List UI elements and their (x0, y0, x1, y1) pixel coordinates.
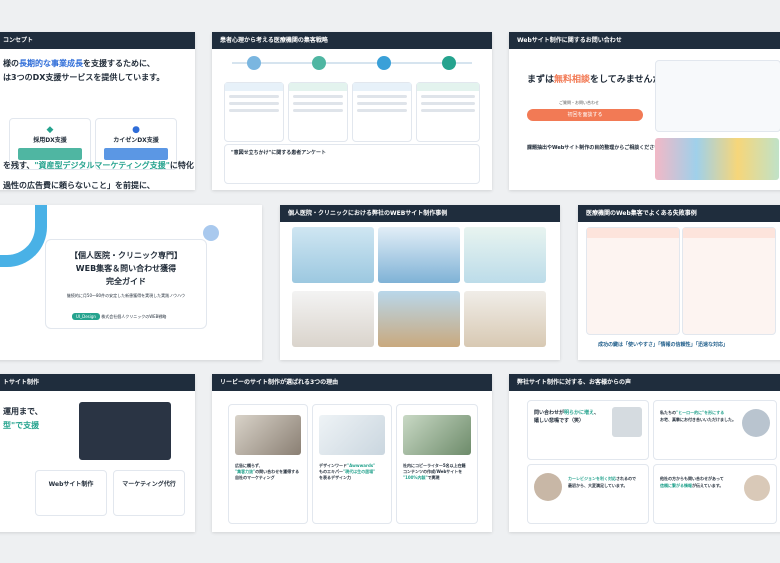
failure-footer: 成功の鍵は「使いやすさ」「情報の信頼性」「迅速な対応」 (598, 342, 729, 348)
reason-card: デザインワード"Awwwards" ものエキパー"現代は生の居場" を表るデザイ… (312, 404, 392, 524)
cover-title-1: 【個人医院・クリニック専門】 (70, 251, 182, 260)
slide-production[interactable]: トサイト制作 運用まで、 型"で支援 Webサイト制作 マーケティング代行 (0, 374, 195, 532)
concept-line-1: 様の長期的な事業成長を支援するために、 (3, 59, 155, 68)
production-line-2: 型"で支援 (3, 421, 40, 430)
concept-line-2: は3つのDX支援サービスを提供しています。 (3, 73, 165, 82)
magazine-image (655, 138, 779, 180)
testimonial-card: 問い合わせが明らかに増え、 嬉しい悲鳴です（笑） (527, 400, 649, 460)
device-mockup-image (79, 402, 171, 460)
concept-bottom-line-1: 過性の広告費に頼らないこと」を前提に、 (3, 181, 155, 190)
testimonial-card: 他社の方からも問い合わせがあって 信頼に繋がる情報が伝えています。 (653, 464, 777, 524)
cover-card: 【個人医院・クリニック専門】 WEB集客＆問い合わせ獲得 完全ガイド 継続的に月… (45, 239, 207, 329)
failure-card (682, 227, 776, 335)
strategy-card (288, 82, 348, 142)
slide-header: Webサイト制作に関するお問い合わせ (509, 32, 780, 49)
step-icon (247, 56, 261, 70)
cover-subtitle: 継続的に月50〜80件の安定した新患獲得を実現した実践ノウハウ (66, 293, 186, 298)
contact-sub-label: ご質問・お問い合わせ (559, 100, 599, 105)
production-line-1: 運用まで、 (3, 407, 43, 416)
slide-contact[interactable]: Webサイト制作に関するお問い合わせ まずは無料相談をしてみませんか？ ご質問・… (509, 32, 780, 190)
testimonial-card: カーレビジョンを利く対応されるので 最初から、大変満足しています。 (527, 464, 649, 524)
service-card-label: カイゼンDX支援 (113, 137, 159, 144)
strategy-card (352, 82, 412, 142)
contact-sub-title: 課題抽出やWebサイト制作の目的整理からご相談ください (527, 145, 660, 151)
contact-headline: まずは無料相談をしてみませんか？ (527, 75, 671, 85)
decor-dot (203, 225, 219, 241)
case-thumbnail[interactable] (378, 291, 460, 347)
cover-title-3: 完全ガイド (106, 277, 146, 286)
slide-cases[interactable]: 個人医院・クリニックにおける弊社のWEBサイト制作事例 (280, 205, 560, 360)
step-icon (442, 56, 456, 70)
concept-bottom-line-2: を残す、"資産型デジタルマーケティング支援"に特化 (3, 161, 194, 170)
step-icon (312, 56, 326, 70)
reason-card: 広告に頼らず、 "集客力抜"の問い合わせを獲得する 自社のマーケティング (228, 404, 308, 524)
slide-reasons[interactable]: リービーのサイト制作が選ばれる3つの理由 広告に頼らず、 "集客力抜"の問い合わ… (212, 374, 492, 532)
cover-tag: UI_Design (72, 313, 100, 320)
service-step-card: Webサイト制作 (35, 470, 107, 516)
slide-header: リービーのサイト制作が選ばれる3つの理由 (212, 374, 492, 391)
calendar-image (655, 60, 780, 132)
strategy-card (416, 82, 480, 142)
decor-shape (0, 205, 47, 267)
slide-header: コンセプト (0, 32, 195, 49)
slide-header: 個人医院・クリニックにおける弊社のWEBサイト制作事例 (280, 205, 560, 222)
testimonial-card: 私たちの"ヒーロー的に"を形にする お宅、真摯にお付き合いいただけました。 (653, 400, 777, 460)
survey-box: "意図せ立ちかけ"に関する患者アンケート (224, 144, 480, 184)
consult-button[interactable]: 初回を面談する (527, 109, 643, 121)
slide-strategy[interactable]: 患者心理から考える医療機関の集客戦略 "意図せ立ちかけ"に関する患者アンケート (212, 32, 492, 190)
case-thumbnail[interactable] (292, 291, 374, 347)
strategy-card (224, 82, 284, 142)
slide-header: 患者心理から考える医療機関の集客戦略 (212, 32, 492, 49)
case-thumbnail[interactable] (378, 227, 460, 283)
step-icon (377, 56, 391, 70)
case-thumbnail[interactable] (292, 227, 374, 283)
slide-testimonials[interactable]: 弊社サイト制作に対する、お客様からの声 問い合わせが明らかに増え、 嬉しい悲鳴で… (509, 374, 780, 532)
reason-card: 社内にコピーライター5名以上在籍 コンテンツの作成/Webサイトを "100%内… (396, 404, 478, 524)
slide-header: トサイト制作 (0, 374, 195, 391)
cover-title-2: WEB集客＆問い合わせ獲得 (75, 264, 177, 273)
service-step-card: マーケティング代行 (113, 470, 185, 516)
diamond-icon: ◆ (46, 125, 54, 135)
cover-company: 株式会社個人クリニックのWEB戦略 (101, 314, 167, 319)
service-card-label: 採用DX支援 (33, 137, 67, 144)
slide-header: 医療機関のWeb集客でよくある失敗事例 (578, 205, 780, 222)
failure-card (586, 227, 680, 335)
person-icon: ● (132, 125, 140, 135)
slide-failures[interactable]: 医療機関のWeb集客でよくある失敗事例 成功の鍵は「使いやすさ」「情報の信頼性」… (578, 205, 780, 360)
slide-cover[interactable]: 【個人医院・クリニック専門】 WEB集客＆問い合わせ獲得 完全ガイド 継続的に月… (0, 205, 262, 360)
case-thumbnail[interactable] (464, 291, 546, 347)
case-thumbnail[interactable] (464, 227, 546, 283)
slide-header: 弊社サイト制作に対する、お客様からの声 (509, 374, 780, 391)
